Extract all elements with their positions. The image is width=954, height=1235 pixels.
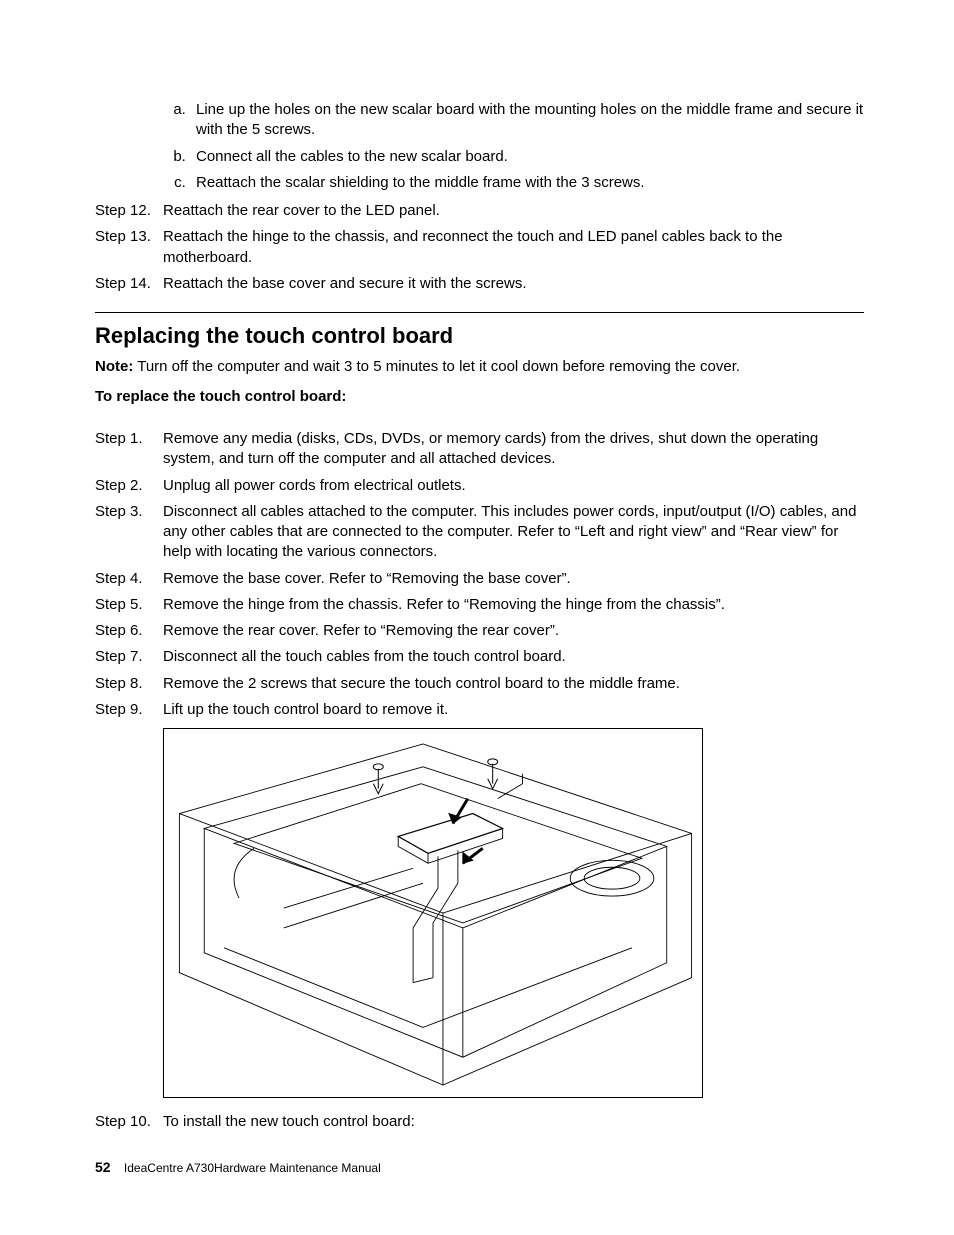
- step-body: Remove the base cover. Refer to “Removin…: [163, 569, 864, 589]
- step-row-14: Step 14. Reattach the base cover and sec…: [95, 274, 864, 294]
- step-label: Step 4.: [95, 569, 163, 589]
- step-row-9: Step 9. Lift up the touch control board …: [95, 700, 864, 720]
- section-divider: [95, 312, 864, 313]
- step-body: Remove the 2 screws that secure the touc…: [163, 674, 864, 694]
- step-body: Disconnect all cables attached to the co…: [163, 502, 864, 563]
- step-body: Reattach the rear cover to the LED panel…: [163, 201, 864, 221]
- subheading: To replace the touch control board:: [95, 387, 864, 407]
- step-row-12: Step 12. Reattach the rear cover to the …: [95, 201, 864, 221]
- step-body: Disconnect all the touch cables from the…: [163, 647, 864, 667]
- step-label: Step 6.: [95, 621, 163, 641]
- step-label: Step 10.: [95, 1112, 163, 1132]
- step-body: Lift up the touch control board to remov…: [163, 700, 864, 720]
- step-body: To install the new touch control board:: [163, 1112, 864, 1132]
- step-label: Step 1.: [95, 429, 163, 470]
- figure-touch-control-board: [163, 728, 703, 1098]
- step-row-6: Step 6. Remove the rear cover. Refer to …: [95, 621, 864, 641]
- step-body: Reattach the hinge to the chassis, and r…: [163, 227, 864, 268]
- step-label: Step 13.: [95, 227, 163, 268]
- step-row-4: Step 4. Remove the base cover. Refer to …: [95, 569, 864, 589]
- section-heading: Replacing the touch control board: [95, 321, 864, 351]
- page-footer: 52 IdeaCentre A730Hardware Maintenance M…: [95, 1158, 381, 1177]
- step-body: Reattach the base cover and secure it wi…: [163, 274, 864, 294]
- sub-item-c: Reattach the scalar shielding to the mid…: [190, 173, 864, 193]
- sub-item-a: Line up the holes on the new scalar boar…: [190, 100, 864, 141]
- step-row-8: Step 8. Remove the 2 screws that secure …: [95, 674, 864, 694]
- step-row-5: Step 5. Remove the hinge from the chassi…: [95, 595, 864, 615]
- exploded-diagram-icon: [164, 729, 702, 1097]
- step-body: Unplug all power cords from electrical o…: [163, 476, 864, 496]
- step-label: Step 5.: [95, 595, 163, 615]
- step-row-10: Step 10. To install the new touch contro…: [95, 1112, 864, 1132]
- note-line: Note: Turn off the computer and wait 3 t…: [95, 357, 864, 377]
- note-label: Note:: [95, 358, 133, 375]
- sub-list-alpha: Line up the holes on the new scalar boar…: [95, 100, 864, 193]
- step-label: Step 2.: [95, 476, 163, 496]
- step-label: Step 8.: [95, 674, 163, 694]
- step-label: Step 12.: [95, 201, 163, 221]
- step-label: Step 14.: [95, 274, 163, 294]
- note-text: Turn off the computer and wait 3 to 5 mi…: [133, 358, 740, 375]
- page-number: 52: [95, 1159, 111, 1175]
- document-page: Line up the holes on the new scalar boar…: [0, 0, 954, 1235]
- document-title: IdeaCentre A730Hardware Maintenance Manu…: [124, 1161, 381, 1175]
- step-body: Remove any media (disks, CDs, DVDs, or m…: [163, 429, 864, 470]
- step-row-3: Step 3. Disconnect all cables attached t…: [95, 502, 864, 563]
- step-label: Step 9.: [95, 700, 163, 720]
- step-body: Remove the hinge from the chassis. Refer…: [163, 595, 864, 615]
- step-row-7: Step 7. Disconnect all the touch cables …: [95, 647, 864, 667]
- step-body: Remove the rear cover. Refer to “Removin…: [163, 621, 864, 641]
- step-row-1: Step 1. Remove any media (disks, CDs, DV…: [95, 429, 864, 470]
- sub-item-b: Connect all the cables to the new scalar…: [190, 147, 864, 167]
- step-label: Step 3.: [95, 502, 163, 563]
- step-row-13: Step 13. Reattach the hinge to the chass…: [95, 227, 864, 268]
- step-row-2: Step 2. Unplug all power cords from elec…: [95, 476, 864, 496]
- step-label: Step 7.: [95, 647, 163, 667]
